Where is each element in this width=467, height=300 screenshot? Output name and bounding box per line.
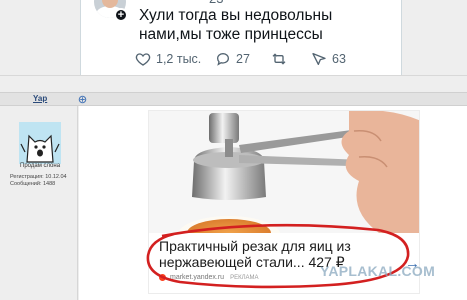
author-avatar[interactable]: [19, 122, 61, 164]
retweet-button[interactable]: [271, 50, 292, 68]
ad-label: РЕКЛАМА: [230, 274, 259, 281]
views-button[interactable]: 63: [311, 50, 346, 68]
cat-avatar-image: [19, 122, 61, 164]
author-stats: Регистрация: 10.12.04 Сообщений: 1488: [10, 174, 67, 188]
author-rank: Продам слона: [20, 163, 61, 169]
egg-cutter-product-image: [149, 111, 419, 233]
site-watermark: YAPLAKAL.COM: [320, 263, 436, 279]
yandex-market-icon: [159, 274, 166, 281]
author-name-link[interactable]: Yap: [33, 94, 47, 103]
retweet-icon: [272, 53, 286, 65]
reply-button[interactable]: 27: [215, 50, 250, 68]
like-count: 1,2 тыс.: [156, 52, 202, 66]
post-link-icon[interactable]: [78, 95, 87, 104]
reply-count: 27: [236, 52, 250, 66]
views-icon: [312, 53, 326, 65]
author-registration: Регистрация: 10.12.04: [10, 174, 67, 180]
author-column: Продам слона Регистрация: 10.12.04 Сообщ…: [0, 106, 78, 300]
page: { "tweet": { "top_cut_text": "23", "text…: [0, 0, 467, 300]
tweet-actions: 1,2 тыс. 27 63: [135, 50, 395, 68]
author-messages: Сообщений: 1488: [10, 181, 56, 187]
like-button[interactable]: 1,2 тыс.: [135, 50, 201, 68]
heart-icon: [135, 53, 151, 66]
post-separator: [0, 75, 467, 92]
post-header: Yap: [0, 92, 467, 106]
ad-source[interactable]: market.yandex.ru РЕКЛАМА: [159, 274, 259, 281]
tweet-text: Хули тогда вы недовольны нами,мы тоже пр…: [139, 7, 333, 43]
ad-source-domain: market.yandex.ru: [170, 274, 225, 281]
embedded-tweet-card[interactable]: + 23 Хули тогда вы недовольны нами,мы то…: [80, 0, 402, 77]
follow-plus-icon[interactable]: +: [114, 8, 128, 22]
reply-icon: [216, 52, 230, 66]
views-count: 63: [332, 52, 346, 66]
